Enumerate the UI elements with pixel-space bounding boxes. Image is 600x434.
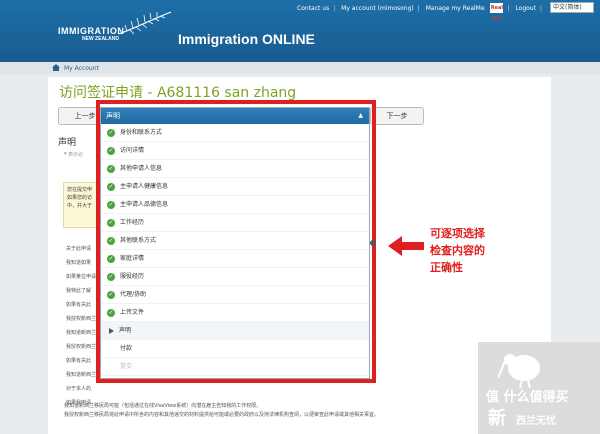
declaration-line: 我知道新西兰 — [66, 330, 97, 336]
check-icon: ✓ — [107, 200, 115, 209]
check-icon: ✓ — [107, 164, 115, 173]
kiwi-bird-icon — [498, 354, 540, 388]
dropdown-item-character[interactable]: ✓ 主申请人品德信息 — [101, 196, 369, 214]
my-account-link[interactable]: My account (mimosong) — [341, 5, 414, 12]
fern-logo-icon — [118, 11, 172, 35]
declaration-line: 如果某位申请 — [66, 274, 97, 280]
breadcrumb: My Account — [0, 62, 600, 74]
declaration-line: 我授权新西兰 — [66, 344, 97, 350]
dropdown-item-family[interactable]: ✓ 家庭详情 — [101, 250, 369, 268]
annotation-text: 可逐项选择 检查内容的 正确性 — [430, 225, 510, 276]
required-note: * 表示必 — [64, 152, 84, 158]
realme-link[interactable]: Manage my RealMe — [426, 5, 485, 12]
dropdown-item-health[interactable]: ✓ 主申请人健康信息 — [101, 178, 369, 196]
check-icon: ✓ — [107, 308, 115, 317]
check-icon: ✓ — [107, 218, 115, 227]
dropdown-item-identity[interactable]: ✓ 身份和联系方式 — [101, 124, 369, 142]
declaration-text: 关于此申请 我知道如果 如果某位申请 我特此了解 如果有关此 我授权新西兰 我知… — [66, 242, 104, 410]
declaration-line: 我知道如果 — [66, 260, 92, 266]
brand-line1: IMMIGRATION — [58, 26, 125, 36]
declaration-line: 我授权新西兰 — [66, 316, 97, 322]
declaration-line: 如果有关此 — [66, 358, 92, 364]
breadcrumb-my-account[interactable]: My Account — [64, 65, 99, 72]
dropdown-item-declaration[interactable]: 声明 — [101, 322, 369, 340]
check-icon: ✓ — [107, 290, 115, 299]
dropdown-item-work[interactable]: ✓ 工作经历 — [101, 214, 369, 232]
section-title: 声明 — [58, 138, 77, 148]
info-line: 中，并大于 — [67, 203, 93, 209]
left-arrow-icon — [388, 236, 424, 256]
declaration-line: 我知道新西兰 — [66, 372, 97, 378]
info-line: 您在提交申 — [67, 187, 93, 193]
page-title: 访问签证申请 - A681116 san zhang — [59, 85, 297, 101]
footer-line: 我知道新西兰移民局可能（包括通过在线VisaView系统）向潜在雇主告知我的工作… — [64, 403, 262, 409]
dropdown-item-agent[interactable]: ✓ 代理/协助 — [101, 286, 369, 304]
caret-up-icon: ▲ — [358, 112, 363, 119]
check-icon: ✓ — [107, 146, 115, 155]
annotation-line: 正确性 — [430, 261, 463, 274]
dropdown-item-contacts[interactable]: ✓ 其他联系方式 — [101, 232, 369, 250]
info-line: 如果您的访 — [67, 195, 93, 201]
dropdown-item-visit[interactable]: ✓ 访问详情 — [101, 142, 369, 160]
info-box: 您在提交申 如果您的访 中，并大于 — [63, 182, 103, 228]
watermark-text: 新 — [488, 408, 506, 429]
watermark: 值 什么值得买 新 西兰无忧 — [478, 342, 600, 434]
dropdown-item-upload[interactable]: ✓ 上传文件 — [101, 304, 369, 322]
declaration-line: 对于本人的 — [66, 386, 92, 392]
brand-line2: NEW ZEALAND — [82, 36, 119, 42]
watermark-text: 西兰无忧 — [516, 416, 556, 427]
logout-link[interactable]: Logout — [515, 5, 536, 12]
dropdown-item-other-applicants[interactable]: ✓ 其他申请人信息 — [101, 160, 369, 178]
footer-declaration: 我知道新西兰移民局可能（包括通过在线VisaView系统）向潜在雇主告知我的工作… — [64, 402, 484, 420]
site-header: Contact us | My account (mimosong) | Manag… — [0, 0, 600, 62]
language-select[interactable]: 中文(简体) — [550, 2, 594, 13]
dropdown-item-payment[interactable]: 付款 — [101, 340, 369, 358]
dropdown-item-submit[interactable]: 提交 — [101, 358, 369, 376]
watermark-text: 值 什么值得买 — [486, 390, 569, 405]
check-icon: ✓ — [107, 182, 115, 191]
annotation-line: 可逐项选择 — [430, 227, 485, 240]
top-nav: Contact us | My account (mimosong) | Manag… — [297, 3, 542, 21]
check-icon: ✓ — [107, 236, 115, 245]
section-dropdown[interactable]: 声明 ▲ ✓ 身份和联系方式 ✓ 访问详情 ✓ 其他申请人信息 ✓ 主申请人健康信息 ✓… — [100, 107, 370, 379]
realme-logo-icon: Real me — [490, 3, 504, 21]
current-arrow-icon — [109, 327, 114, 334]
scroll-handle[interactable] — [370, 240, 376, 246]
annotation-line: 检查内容的 — [430, 244, 485, 257]
dropdown-item-service[interactable]: ✓ 服役经历 — [101, 268, 369, 286]
check-icon: ✓ — [107, 128, 115, 137]
declaration-line: 如果有关此 — [66, 302, 92, 308]
app-title: Immigration ONLINE — [178, 31, 315, 47]
brand-logo[interactable]: IMMIGRATION NEW ZEALAND — [58, 26, 124, 42]
dropdown-header[interactable]: 声明 ▲ — [101, 108, 369, 124]
declaration-line: 我特此了解 — [66, 288, 92, 294]
contact-link[interactable]: Contact us — [297, 5, 329, 12]
home-icon[interactable] — [52, 64, 60, 71]
declaration-line: 关于此申请 — [66, 246, 92, 252]
next-button[interactable]: 下一步 — [370, 107, 424, 125]
check-icon: ✓ — [107, 254, 115, 263]
footer-line: 我授权新西兰移民局将此申请中所含的内容和其他递交的材料提供给可能或必要的政府以及… — [64, 412, 380, 418]
check-icon: ✓ — [107, 272, 115, 281]
dropdown-selected-label: 声明 — [106, 112, 120, 120]
